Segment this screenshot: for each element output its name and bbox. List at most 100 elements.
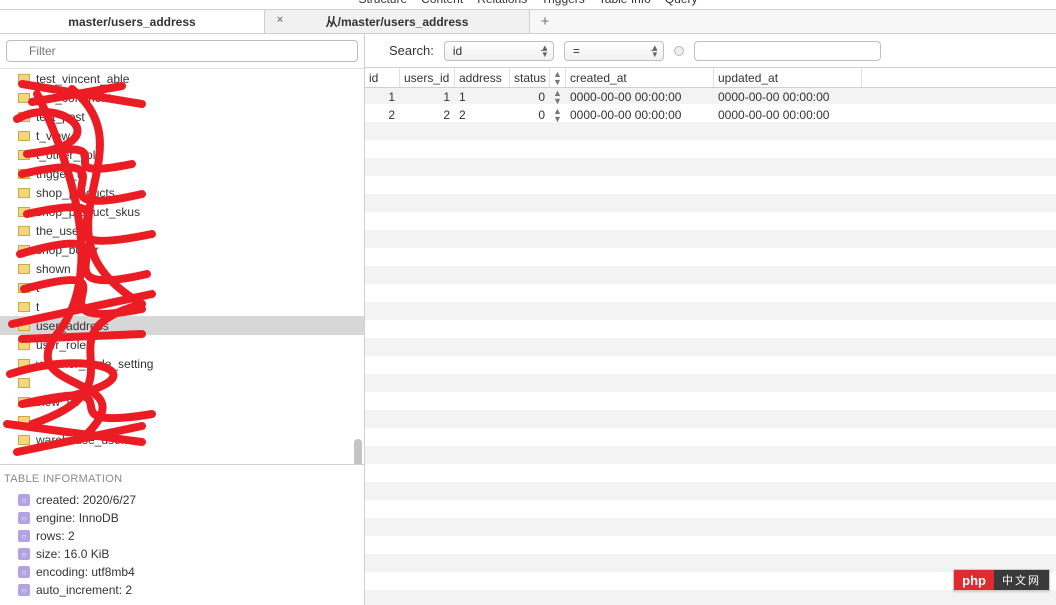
col-address[interactable]: address bbox=[455, 68, 510, 87]
table-icon bbox=[18, 226, 30, 236]
row-sort-icon[interactable]: ▲▼ bbox=[550, 106, 566, 124]
table-item[interactable]: t bbox=[0, 297, 364, 316]
table-item[interactable]: shop_product_skus bbox=[0, 202, 364, 221]
new-tab-button[interactable]: + bbox=[530, 10, 560, 33]
table-icon bbox=[18, 359, 30, 369]
filter-input[interactable] bbox=[6, 40, 358, 62]
table-item[interactable]: test_post bbox=[0, 107, 364, 126]
tab-label: master/users_address bbox=[68, 15, 195, 29]
table-item[interactable]: trigger_t bbox=[0, 164, 364, 183]
top-menu-strip: Structure Content Relations Triggers Tab… bbox=[0, 0, 1056, 10]
table-item[interactable]: shop_buyer bbox=[0, 240, 364, 259]
table-icon bbox=[18, 321, 30, 331]
search-field-select[interactable]: id ▲▼ bbox=[444, 41, 554, 61]
search-label: Search: bbox=[389, 43, 434, 58]
col-id[interactable]: id bbox=[365, 68, 400, 87]
cell[interactable]: 0000-00-00 00:00:00 bbox=[566, 106, 714, 124]
table-item[interactable]: the_users bbox=[0, 221, 364, 240]
main-pane: Search: id ▲▼ = ▲▼ id users_id address s… bbox=[365, 34, 1056, 605]
col-updated[interactable]: updated_at bbox=[714, 68, 862, 87]
table-info-text: encoding: utf8mb4 bbox=[36, 565, 135, 579]
table-item-label: warehouse_users bbox=[36, 433, 131, 447]
search-toggle-dot[interactable] bbox=[674, 46, 684, 56]
table-item[interactable]: test_vincent_able bbox=[0, 69, 364, 88]
col-created[interactable]: created_at bbox=[566, 68, 714, 87]
table-item[interactable]: user_address bbox=[0, 316, 364, 335]
cell[interactable]: 2 bbox=[365, 106, 400, 124]
col-users-id[interactable]: users_id bbox=[400, 68, 455, 87]
table-item[interactable]: shown bbox=[0, 259, 364, 278]
cell[interactable]: 0000-00-00 00:00:00 bbox=[566, 88, 714, 106]
cell[interactable]: 0000-00-00 00:00:00 bbox=[714, 88, 862, 106]
table-icon bbox=[18, 416, 30, 426]
table-info-row: ○auto_increment: 2 bbox=[4, 581, 360, 599]
col-status[interactable]: status bbox=[510, 68, 550, 87]
cell[interactable]: 1 bbox=[455, 88, 510, 106]
table-item-label: view_us bbox=[36, 395, 79, 409]
cell[interactable]: 0000-00-00 00:00:00 bbox=[714, 106, 862, 124]
cell-spacer bbox=[862, 88, 1056, 106]
table-item-label: t_view bbox=[36, 129, 70, 143]
table-item-label: shop_products bbox=[36, 186, 115, 200]
table-item[interactable]: t_view bbox=[0, 126, 364, 145]
col-sort-icon[interactable]: ▲▼ bbox=[550, 68, 566, 87]
table-icon bbox=[18, 93, 30, 103]
search-bar: Search: id ▲▼ = ▲▼ bbox=[365, 34, 1056, 68]
scrollbar-thumb[interactable] bbox=[354, 439, 362, 464]
table-item[interactable] bbox=[0, 373, 364, 392]
data-grid[interactable]: id users_id address status ▲▼ created_at… bbox=[365, 68, 1056, 605]
tab-label: 从/master/users_address bbox=[326, 13, 469, 30]
table-item-label: shop_product_skus bbox=[36, 205, 140, 219]
chevron-updown-icon: ▲▼ bbox=[651, 44, 659, 58]
table-item[interactable]: t bbox=[0, 278, 364, 297]
search-operator-select[interactable]: = ▲▼ bbox=[564, 41, 664, 61]
table-item[interactable]: t_other_cols bbox=[0, 145, 364, 164]
table-icon bbox=[18, 340, 30, 350]
table-item-label: test_vincent_able bbox=[36, 72, 129, 86]
table-info-row: ○created: 2020/6/27 bbox=[4, 491, 360, 509]
table-item-label: voucher_code_setting bbox=[36, 357, 153, 371]
cell[interactable]: 1 bbox=[365, 88, 400, 106]
info-badge-icon: ○ bbox=[18, 512, 30, 524]
php-cn-label: 中文网 bbox=[994, 570, 1049, 590]
cell-spacer bbox=[862, 106, 1056, 124]
table-row[interactable]: 2220▲▼0000-00-00 00:00:000000-00-00 00:0… bbox=[365, 106, 1056, 124]
table-info-row: ○encoding: utf8mb4 bbox=[4, 563, 360, 581]
cell[interactable]: 2 bbox=[455, 106, 510, 124]
table-item-label: the_users bbox=[36, 224, 89, 238]
table-item[interactable]: voucher_code_setting bbox=[0, 354, 364, 373]
cell[interactable]: 2 bbox=[400, 106, 455, 124]
table-item[interactable]: test_comment bbox=[0, 88, 364, 107]
table-item[interactable]: shop_products bbox=[0, 183, 364, 202]
table-info-row: ○size: 16.0 KiB bbox=[4, 545, 360, 563]
grid-header: id users_id address status ▲▼ created_at… bbox=[365, 68, 1056, 88]
table-info-panel: TABLE INFORMATION ○created: 2020/6/27○en… bbox=[0, 464, 364, 605]
row-sort-icon[interactable]: ▲▼ bbox=[550, 88, 566, 106]
table-item-label: test_post bbox=[36, 110, 85, 124]
table-item[interactable]: warehouse_users bbox=[0, 430, 364, 449]
table-info-text: size: 16.0 KiB bbox=[36, 547, 109, 561]
table-item-label: user_address bbox=[36, 319, 109, 333]
search-input[interactable] bbox=[694, 41, 881, 61]
php-logo: php bbox=[954, 570, 994, 590]
table-item-label: test_comment bbox=[36, 91, 111, 105]
cell[interactable]: 1 bbox=[400, 88, 455, 106]
tables-list[interactable]: test_vincent_able test_comment test_post t_… bbox=[0, 69, 364, 464]
col-spacer bbox=[862, 68, 1056, 87]
cell[interactable]: 0 bbox=[510, 88, 550, 106]
table-item-label: t_other_cols bbox=[36, 148, 101, 162]
table-item-label: trigger_t bbox=[36, 167, 80, 181]
table-icon bbox=[18, 169, 30, 179]
table-icon bbox=[18, 435, 30, 445]
cell[interactable]: 0 bbox=[510, 106, 550, 124]
table-icon bbox=[18, 207, 30, 217]
table-row[interactable]: 1110▲▼0000-00-00 00:00:000000-00-00 00:0… bbox=[365, 88, 1056, 106]
tab-1[interactable]: × 从/master/users_address bbox=[265, 10, 530, 33]
info-badge-icon: ○ bbox=[18, 530, 30, 542]
table-item[interactable] bbox=[0, 411, 364, 430]
table-item[interactable]: user_role bbox=[0, 335, 364, 354]
tab-0[interactable]: master/users_address bbox=[0, 10, 265, 33]
table-icon bbox=[18, 397, 30, 407]
table-item[interactable]: view_us bbox=[0, 392, 364, 411]
close-icon[interactable]: × bbox=[273, 14, 287, 28]
